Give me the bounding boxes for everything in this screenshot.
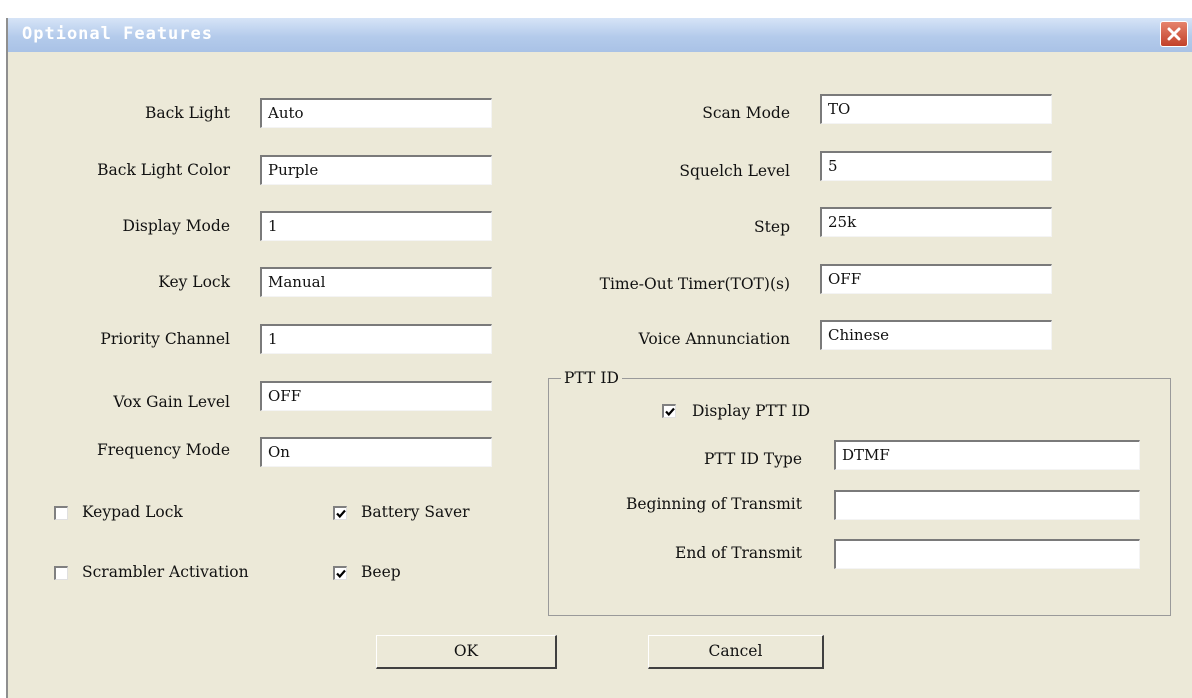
optional-features-dialog: Optional Features Back Light Auto Back L…	[6, 18, 1192, 698]
ptt-id-type-field[interactable]: DTMF	[834, 440, 1140, 470]
back-light-color-label: Back Light Color	[97, 161, 230, 179]
keypad-lock-checkbox[interactable]	[54, 506, 68, 520]
squelch-level-field[interactable]: 5	[820, 151, 1052, 181]
display-ptt-id-checkbox[interactable]	[662, 404, 676, 418]
end-of-transmit-label: End of Transmit	[675, 544, 802, 562]
key-lock-label: Key Lock	[158, 273, 230, 291]
scrambler-activation-label: Scrambler Activation	[82, 563, 249, 581]
ptt-id-type-label: PTT ID Type	[704, 450, 802, 468]
back-light-color-field[interactable]: Purple	[260, 155, 492, 185]
squelch-level-label: Squelch Level	[679, 162, 790, 180]
checkmark-icon	[336, 569, 346, 579]
back-light-field[interactable]: Auto	[260, 98, 492, 128]
vox-gain-level-label: Vox Gain Level	[113, 393, 230, 411]
close-icon	[1167, 27, 1181, 41]
voice-annunciation-field[interactable]: Chinese	[820, 320, 1052, 350]
scan-mode-field[interactable]: TO	[820, 94, 1052, 124]
end-of-transmit-field[interactable]	[834, 539, 1140, 569]
scan-mode-label: Scan Mode	[702, 104, 790, 122]
tot-field[interactable]: OFF	[820, 264, 1052, 294]
beginning-of-transmit-label: Beginning of Transmit	[625, 495, 802, 513]
frequency-mode-field[interactable]: On	[260, 437, 492, 467]
priority-channel-field[interactable]: 1	[260, 324, 492, 354]
dialog-title: Optional Features	[22, 24, 213, 44]
vox-gain-level-field[interactable]: OFF	[260, 381, 492, 411]
beginning-of-transmit-field[interactable]	[834, 490, 1140, 520]
tot-label: Time-Out Timer(TOT)(s)	[599, 275, 790, 293]
battery-saver-checkbox[interactable]	[333, 506, 347, 520]
frequency-mode-label: Frequency Mode	[96, 441, 230, 459]
checkmark-icon	[336, 509, 346, 519]
ok-button[interactable]: OK	[376, 635, 557, 669]
beep-label: Beep	[361, 563, 401, 581]
display-mode-label: Display Mode	[122, 217, 230, 235]
step-label: Step	[754, 218, 790, 236]
ptt-id-group-label: PTT ID	[561, 369, 622, 387]
background-window-strip	[0, 0, 1192, 18]
key-lock-field[interactable]: Manual	[260, 267, 492, 297]
priority-channel-label: Priority Channel	[100, 330, 230, 348]
title-bar[interactable]: Optional Features	[8, 18, 1192, 52]
battery-saver-label: Battery Saver	[361, 503, 470, 521]
step-field[interactable]: 25k	[820, 207, 1052, 237]
cancel-button[interactable]: Cancel	[648, 635, 824, 669]
checkmark-icon	[665, 407, 675, 417]
beep-checkbox[interactable]	[333, 566, 347, 580]
close-button[interactable]	[1160, 21, 1188, 47]
back-light-label: Back Light	[144, 104, 230, 122]
voice-annunciation-label: Voice Annunciation	[638, 330, 790, 348]
display-ptt-id-label: Display PTT ID	[692, 402, 811, 420]
scrambler-activation-checkbox[interactable]	[54, 566, 68, 580]
keypad-lock-label: Keypad Lock	[82, 503, 183, 521]
display-mode-field[interactable]: 1	[260, 211, 492, 241]
